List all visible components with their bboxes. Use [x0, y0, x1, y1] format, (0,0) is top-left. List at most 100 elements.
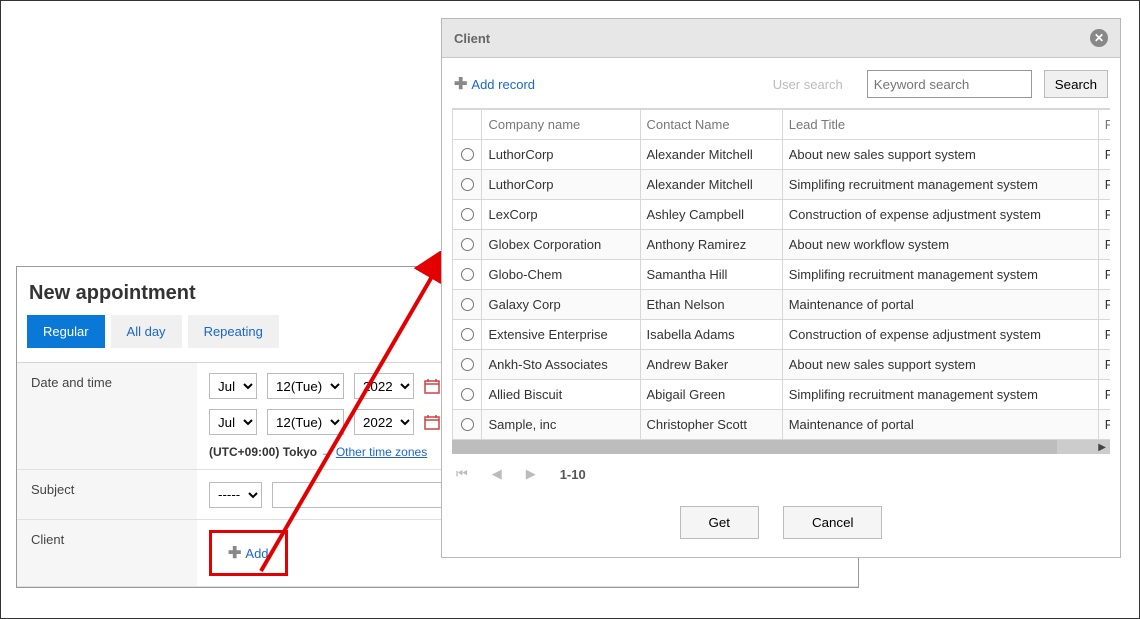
day-start-select[interactable]: 12(Tue): [267, 373, 344, 399]
row-radio[interactable]: [461, 238, 474, 251]
cell-contact: Isabella Adams: [640, 320, 782, 350]
cell-contact: Ethan Nelson: [640, 290, 782, 320]
month-start-select[interactable]: Jul: [209, 373, 257, 399]
cell-proposal: Plan-B: [1098, 260, 1110, 290]
cell-lead: Simplifing recruitment management system: [782, 380, 1098, 410]
table-row[interactable]: Globex CorporationAnthony RamirezAbout n…: [453, 230, 1111, 260]
cell-contact: Abigail Green: [640, 380, 782, 410]
plus-icon: ✚: [228, 543, 241, 563]
cell-lead: About new sales support system: [782, 140, 1098, 170]
records-table-wrap: Company name Contact Name Lead Title Pro…: [452, 108, 1110, 440]
cell-proposal: Plan-B: [1098, 140, 1110, 170]
table-row[interactable]: LexCorpAshley CampbellConstruction of ex…: [453, 200, 1111, 230]
tab-regular[interactable]: Regular: [27, 315, 105, 348]
row-radio[interactable]: [461, 388, 474, 401]
search-button[interactable]: Search: [1044, 70, 1108, 98]
scrollbar-thumb[interactable]: [452, 440, 1057, 454]
scroll-right-arrow-icon[interactable]: ▶: [1098, 442, 1106, 453]
subject-type-select[interactable]: -----: [209, 482, 262, 508]
row-radio[interactable]: [461, 358, 474, 371]
col-lead[interactable]: Lead Title: [782, 110, 1098, 140]
table-row[interactable]: Globo-ChemSamantha HillSimplifing recrui…: [453, 260, 1111, 290]
cell-company: LuthorCorp: [482, 140, 640, 170]
pager: ⏮ ◀ ▶ 1-10: [442, 454, 1120, 494]
col-select: [453, 110, 482, 140]
cell-lead: Maintenance of portal: [782, 410, 1098, 440]
keyword-search-input[interactable]: [867, 70, 1032, 98]
calendar-icon[interactable]: [424, 378, 440, 394]
cell-company: Globo-Chem: [482, 260, 640, 290]
year-start-select[interactable]: 2022: [354, 373, 414, 399]
cancel-button[interactable]: Cancel: [783, 506, 883, 539]
cell-company: LexCorp: [482, 200, 640, 230]
cell-lead: Construction of expense adjustment syste…: [782, 200, 1098, 230]
popup-toolbar: ✚ Add record User search Search: [442, 58, 1120, 108]
popup-footer: Get Cancel: [442, 494, 1120, 557]
cell-contact: Alexander Mitchell: [640, 170, 782, 200]
cell-lead: Simplifing recruitment management system: [782, 260, 1098, 290]
cell-contact: Samantha Hill: [640, 260, 782, 290]
day-end-select[interactable]: 12(Tue): [267, 409, 344, 435]
tz-arrow: →: [320, 445, 332, 459]
pager-first-icon[interactable]: ⏮: [456, 466, 468, 482]
records-table: Company name Contact Name Lead Title Pro…: [452, 109, 1110, 440]
row-radio[interactable]: [461, 268, 474, 281]
cell-proposal: Plan-B: [1098, 170, 1110, 200]
cell-proposal: Plan-B: [1098, 410, 1110, 440]
horizontal-scrollbar[interactable]: ▶: [452, 440, 1110, 454]
cell-lead: Construction of expense adjustment syste…: [782, 320, 1098, 350]
cell-contact: Andrew Baker: [640, 350, 782, 380]
month-end-select[interactable]: Jul: [209, 409, 257, 435]
cell-contact: Christopher Scott: [640, 410, 782, 440]
col-company[interactable]: Company name: [482, 110, 640, 140]
row-radio[interactable]: [461, 178, 474, 191]
plus-icon: ✚: [454, 74, 467, 94]
cell-company: LuthorCorp: [482, 170, 640, 200]
add-label: Add: [245, 546, 268, 561]
cell-lead: Simplifing recruitment management system: [782, 170, 1098, 200]
pager-next-icon[interactable]: ▶: [526, 466, 536, 482]
popup-header: Client ✕: [442, 19, 1120, 58]
tab-repeating[interactable]: Repeating: [188, 315, 279, 348]
table-row[interactable]: LuthorCorpAlexander MitchellAbout new sa…: [453, 140, 1111, 170]
user-search-placeholder[interactable]: User search: [761, 77, 855, 92]
tab-allday[interactable]: All day: [111, 315, 182, 348]
cell-proposal: Plan-B: [1098, 380, 1110, 410]
other-tz-link[interactable]: Other time zones: [336, 445, 427, 459]
year-end-select[interactable]: 2022: [354, 409, 414, 435]
cell-company: Globex Corporation: [482, 230, 640, 260]
cell-contact: Ashley Campbell: [640, 200, 782, 230]
row-radio[interactable]: [461, 208, 474, 221]
cell-contact: Anthony Ramirez: [640, 230, 782, 260]
calendar-icon[interactable]: [424, 414, 440, 430]
label-datetime: Date and time: [17, 363, 197, 469]
table-row[interactable]: Galaxy CorpEthan NelsonMaintenance of po…: [453, 290, 1111, 320]
row-radio[interactable]: [461, 418, 474, 431]
table-row[interactable]: Sample, incChristopher ScottMaintenance …: [453, 410, 1111, 440]
cell-proposal: Plan-A: [1098, 200, 1110, 230]
close-icon[interactable]: ✕: [1090, 29, 1108, 47]
cell-proposal: Plan-A: [1098, 320, 1110, 350]
pager-range: 1-10: [560, 467, 586, 482]
table-row[interactable]: LuthorCorpAlexander MitchellSimplifing r…: [453, 170, 1111, 200]
add-client-highlight: ✚ Add: [209, 530, 288, 576]
popup-title: Client: [454, 31, 490, 46]
get-button[interactable]: Get: [680, 506, 759, 539]
table-row[interactable]: Extensive EnterpriseIsabella AdamsConstr…: [453, 320, 1111, 350]
table-row[interactable]: Ankh-Sto AssociatesAndrew BakerAbout new…: [453, 350, 1111, 380]
row-radio[interactable]: [461, 148, 474, 161]
add-client-button[interactable]: ✚ Add: [228, 543, 269, 563]
row-radio[interactable]: [461, 328, 474, 341]
cell-company: Galaxy Corp: [482, 290, 640, 320]
table-row[interactable]: Allied BiscuitAbigail GreenSimplifing re…: [453, 380, 1111, 410]
cell-company: Sample, inc: [482, 410, 640, 440]
table-header-row: Company name Contact Name Lead Title Pro…: [453, 110, 1111, 140]
label-subject: Subject: [17, 470, 197, 519]
col-proposal[interactable]: Proposal: [1098, 110, 1110, 140]
cell-company: Extensive Enterprise: [482, 320, 640, 350]
row-radio[interactable]: [461, 298, 474, 311]
add-record-label: Add record: [471, 77, 535, 92]
add-record-button[interactable]: ✚ Add record: [454, 74, 535, 94]
pager-prev-icon[interactable]: ◀: [492, 466, 502, 482]
col-contact[interactable]: Contact Name: [640, 110, 782, 140]
